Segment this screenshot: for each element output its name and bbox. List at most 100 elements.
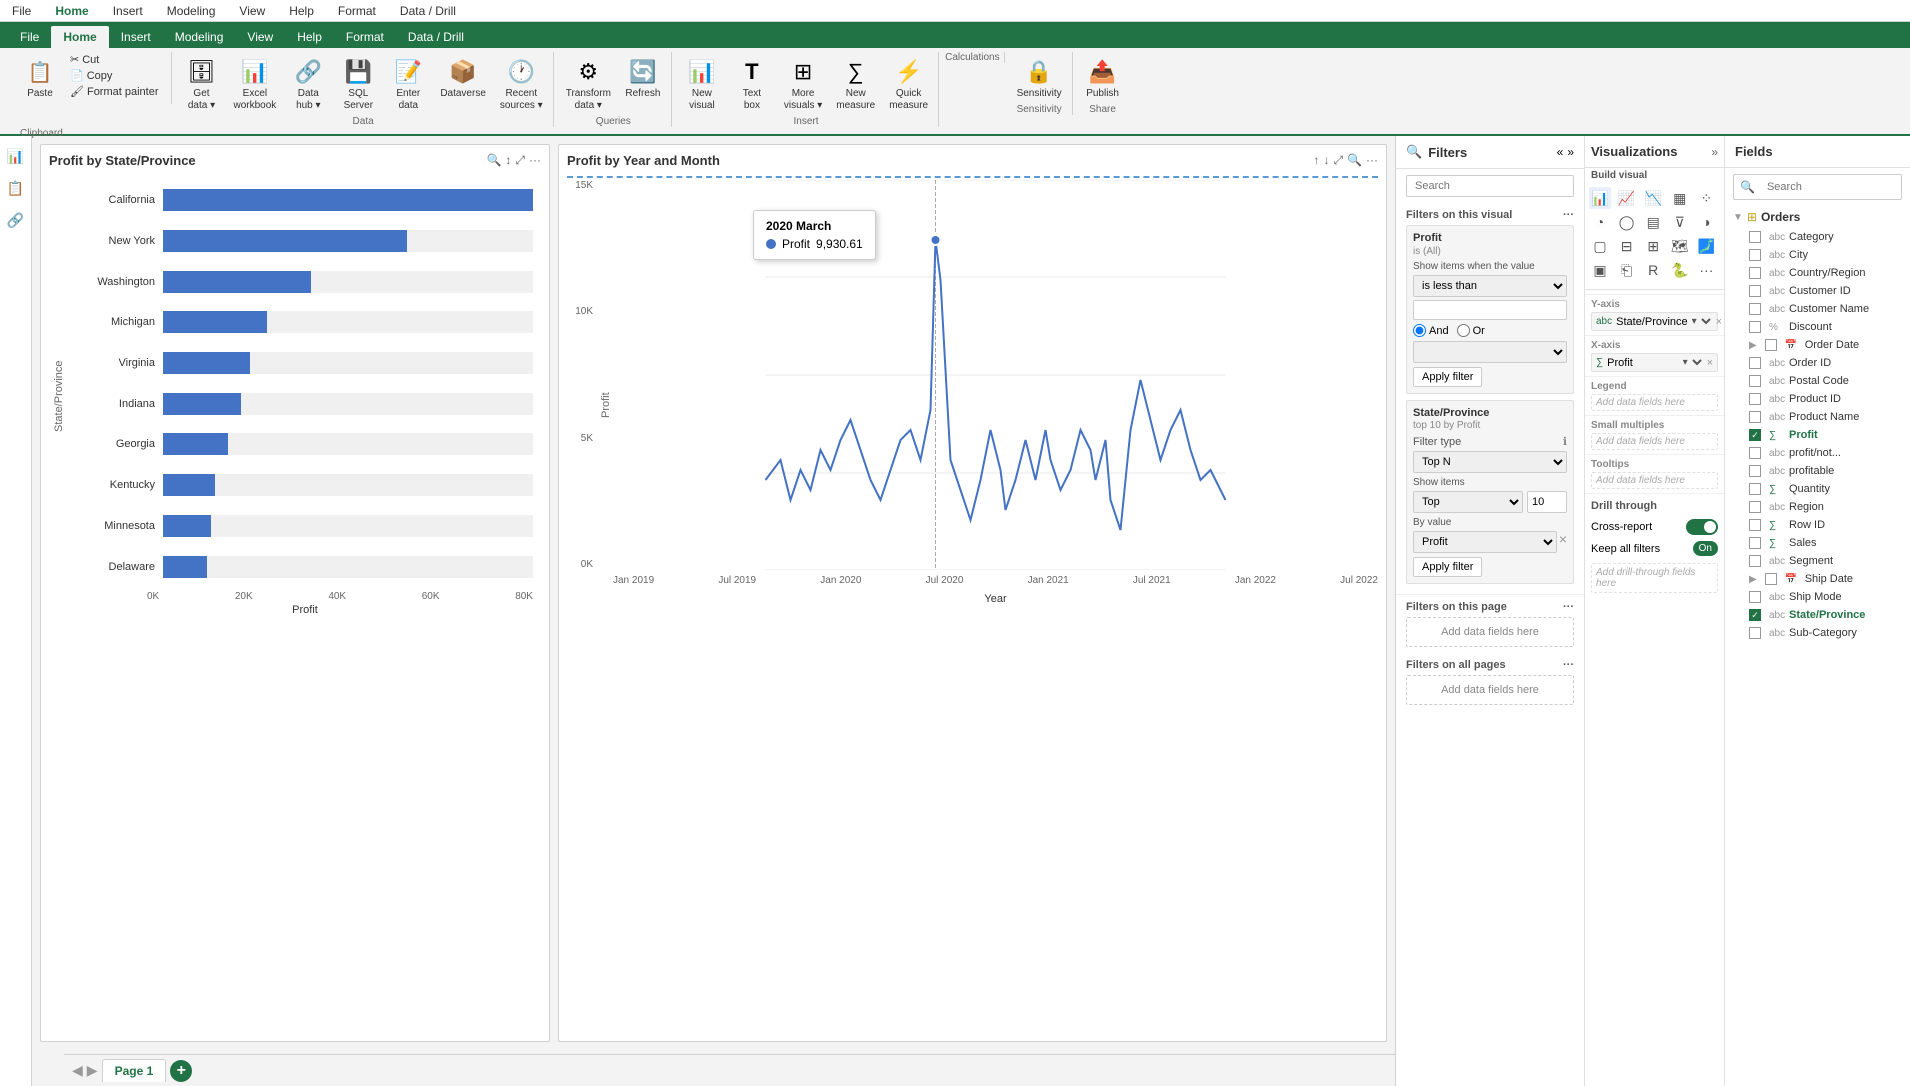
menu-data-drill[interactable]: Data / Drill (396, 2, 460, 20)
line-chart-down-icon[interactable]: ↓ (1323, 153, 1329, 168)
show-direction-select[interactable]: Top Bottom (1413, 491, 1523, 513)
viz-scatter[interactable]: ⁘ (1695, 187, 1717, 209)
row-id-checkbox[interactable] (1749, 519, 1761, 531)
transform-data-button[interactable]: ⚙ Transformdata ▾ (560, 52, 617, 116)
discount-checkbox[interactable] (1749, 321, 1761, 333)
customer-id-checkbox[interactable] (1749, 285, 1761, 297)
field-region[interactable]: abc Region (1725, 498, 1910, 516)
text-box-button[interactable]: T Textbox (728, 52, 776, 116)
profit-value-input[interactable] (1413, 300, 1567, 320)
profit-not-checkbox[interactable] (1749, 447, 1761, 459)
line-chart-filter-icon[interactable]: 🔍 (1347, 153, 1362, 168)
filters-expand-icon[interactable]: » (1567, 145, 1574, 159)
enter-data-button[interactable]: 📝 Enterdata (384, 52, 432, 116)
publish-button[interactable]: 📤 Publish (1079, 52, 1127, 104)
customer-name-checkbox[interactable] (1749, 303, 1761, 315)
menu-format[interactable]: Format (334, 2, 380, 20)
paste-button[interactable]: 📋 Paste (16, 52, 64, 104)
product-id-checkbox[interactable] (1749, 393, 1761, 405)
nav-report-icon[interactable]: 📊 (4, 144, 28, 168)
bar-chart-visual[interactable]: Profit by State/Province 🔍 ↕ ⤢ ··· State… (40, 144, 550, 1042)
ribbon-tab-modeling[interactable]: Modeling (163, 26, 236, 48)
filters-search-input[interactable] (1406, 175, 1574, 197)
viz-python[interactable]: 🐍 (1669, 259, 1691, 281)
ribbon-tab-home[interactable]: Home (51, 26, 108, 48)
filters-collapse-icon[interactable]: « (1557, 145, 1564, 159)
viz-shape-map[interactable]: 🗾 (1695, 235, 1717, 257)
field-quantity[interactable]: ∑ Quantity (1725, 480, 1910, 498)
bar-chart-expand-icon[interactable]: ⤢ (515, 153, 525, 168)
prev-page-arrow[interactable]: ◀ (72, 1062, 83, 1079)
ribbon-tab-view[interactable]: View (235, 26, 285, 48)
field-customer-id[interactable]: abc Customer ID (1725, 282, 1910, 300)
y-axis-remove-btn[interactable]: × (1716, 316, 1722, 328)
order-date-expand-icon[interactable]: ▶ (1749, 340, 1757, 351)
x-axis-field-select[interactable]: ▾ (1679, 356, 1705, 369)
menu-view[interactable]: View (235, 2, 269, 20)
field-ship-date[interactable]: ▶ 📅 Ship Date (1725, 570, 1910, 588)
field-sales[interactable]: ∑ Sales (1725, 534, 1910, 552)
viz-expand-icon[interactable]: » (1711, 145, 1718, 159)
line-chart-visual[interactable]: Profit by Year and Month ↑ ↓ ⤢ 🔍 ··· (558, 144, 1387, 1042)
viz-more[interactable]: ··· (1695, 259, 1717, 281)
profit-apply-filter-btn[interactable]: Apply filter (1413, 367, 1482, 387)
menu-help[interactable]: Help (285, 2, 318, 20)
line-chart-expand-icon[interactable]: ⤢ (1333, 153, 1343, 168)
add-page-button[interactable]: + (170, 1060, 192, 1082)
new-measure-button[interactable]: ∑ Newmeasure (830, 52, 881, 116)
viz-treemap[interactable]: ▤ (1642, 211, 1664, 233)
field-segment[interactable]: abc Segment (1725, 552, 1910, 570)
small-multiples-empty[interactable]: Add data fields here (1591, 433, 1718, 450)
viz-area[interactable]: 📉 (1642, 187, 1664, 209)
filter-type-select[interactable]: Top N (1413, 451, 1567, 473)
and-option[interactable]: And (1413, 324, 1449, 337)
ship-mode-checkbox[interactable] (1749, 591, 1761, 603)
field-product-name[interactable]: abc Product Name (1725, 408, 1910, 426)
viz-map[interactable]: 🗺 (1669, 235, 1691, 257)
dataverse-button[interactable]: 📦 Dataverse (434, 52, 492, 116)
sql-server-button[interactable]: 💾 SQLServer (334, 52, 382, 116)
cross-report-switch[interactable] (1686, 519, 1718, 535)
order-id-checkbox[interactable] (1749, 357, 1761, 369)
bar-chart-sort-icon[interactable]: ↕ (505, 153, 511, 168)
city-checkbox[interactable] (1749, 249, 1761, 261)
ribbon-tab-insert[interactable]: Insert (109, 26, 163, 48)
viz-r-script[interactable]: R (1642, 259, 1664, 281)
country-checkbox[interactable] (1749, 267, 1761, 279)
show-count-input[interactable] (1527, 491, 1567, 513)
get-data-button[interactable]: 🗄 Getdata ▾ (178, 52, 226, 116)
ribbon-tab-help[interactable]: Help (285, 26, 334, 48)
tooltips-empty[interactable]: Add data fields here (1591, 472, 1718, 489)
orders-group-header[interactable]: ▼ ⊞ Orders (1725, 206, 1910, 228)
product-name-checkbox[interactable] (1749, 411, 1761, 423)
cut-button[interactable]: ✂ Cut (66, 52, 163, 67)
state-province-checkbox[interactable]: ✓ (1749, 609, 1761, 621)
data-hub-button[interactable]: 🔗 Datahub ▾ (284, 52, 332, 116)
drill-add-fields[interactable]: Add drill-through fields here (1591, 563, 1718, 593)
field-order-id[interactable]: abc Order ID (1725, 354, 1910, 372)
refresh-button[interactable]: 🔄 Refresh (619, 52, 667, 116)
format-painter-button[interactable]: 🖌 Format painter (66, 84, 163, 99)
more-visuals-button[interactable]: ⊞ Morevisuals ▾ (778, 52, 828, 116)
ribbon-tab-format[interactable]: Format (334, 26, 396, 48)
viz-pie[interactable]: ◔ (1589, 211, 1611, 233)
by-value-select[interactable]: Profit (1413, 531, 1557, 553)
quick-measure-button[interactable]: ⚡ Quickmeasure (883, 52, 934, 116)
keep-all-filters-toggle[interactable]: On (1693, 541, 1718, 556)
viz-stacked-bar[interactable]: 📊 (1589, 187, 1611, 209)
segment-checkbox[interactable] (1749, 555, 1761, 567)
bar-chart-filter-icon[interactable]: 🔍 (486, 153, 501, 168)
add-fields-all-pages-box[interactable]: Add data fields here (1406, 675, 1574, 705)
next-page-arrow[interactable]: ▶ (87, 1062, 98, 1079)
viz-table[interactable]: ⊟ (1616, 235, 1638, 257)
menu-file[interactable]: File (8, 2, 35, 20)
page-tab-1[interactable]: Page 1 (102, 1059, 167, 1082)
cross-report-toggle[interactable] (1686, 519, 1718, 535)
ship-date-expand-icon[interactable]: ▶ (1749, 574, 1757, 585)
field-product-id[interactable]: abc Product ID (1725, 390, 1910, 408)
and-radio[interactable] (1413, 324, 1426, 337)
menu-home[interactable]: Home (51, 2, 92, 20)
category-checkbox[interactable] (1749, 231, 1761, 243)
or-radio[interactable] (1457, 324, 1470, 337)
field-order-date[interactable]: ▶ 📅 Order Date (1725, 336, 1910, 354)
